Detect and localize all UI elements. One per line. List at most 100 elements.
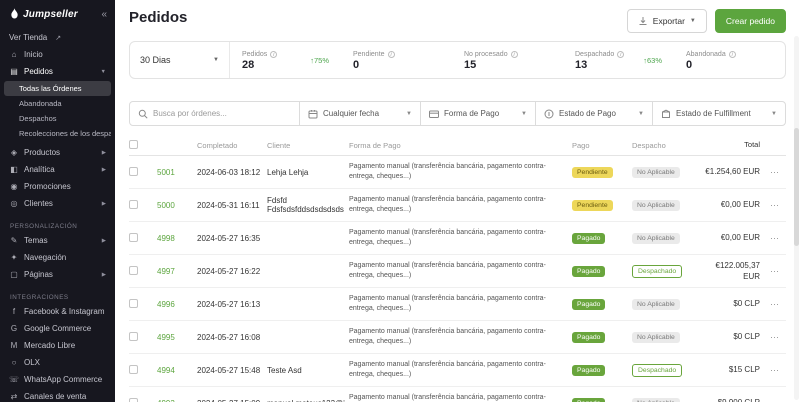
stat-pedidos: Pedidos i 28 ↑75%	[230, 42, 341, 78]
sidebar-item-google-commerce[interactable]: G Google Commerce	[0, 320, 115, 337]
sidebar-item-todas-las-ordenes[interactable]: Todas las Órdenes	[4, 81, 111, 96]
row-checkbox[interactable]	[129, 397, 138, 402]
stats-card: 30 Dias ▼ Pedidos i 28 ↑75% Pendiente i 0 …	[129, 41, 786, 79]
order-number-link[interactable]: 4993	[157, 399, 193, 402]
sidebar-item-temas[interactable]: ✎ Temas ▶	[0, 232, 115, 249]
sidebar-item-label: Analítica	[24, 165, 55, 174]
row-checkbox[interactable]	[129, 298, 138, 308]
scrollbar-thumb[interactable]	[794, 128, 799, 246]
order-total: $9.900 CLP	[700, 397, 760, 402]
sidebar-item-inicio[interactable]: ⌂ Inicio	[0, 46, 115, 63]
fulfillment-status-dropdown[interactable]: Estado de Fulfillment ▼	[652, 101, 786, 126]
completed-date: 2024-06-03 18:12	[197, 167, 261, 177]
payment-method-dropdown[interactable]: Forma de Pago ▼	[420, 101, 536, 126]
row-actions-icon[interactable]: ⋯	[764, 233, 786, 244]
info-icon[interactable]: i	[270, 50, 278, 58]
order-number-link[interactable]: 5000	[157, 201, 193, 210]
orders-icon: ▤	[10, 67, 18, 76]
date-filter-dropdown[interactable]: Cualquier fecha ▼	[299, 101, 421, 126]
row-actions-icon[interactable]: ⋯	[764, 200, 786, 211]
row-actions-icon[interactable]: ⋯	[764, 332, 786, 343]
payment-method: Pagamento manual (transferência bancária…	[349, 360, 546, 379]
sidebar-nav: Ver Tienda ↗ ⌂ Inicio ▤ Pedidos ▼ Todas …	[0, 29, 115, 402]
completed-date: 2024-05-27 15:09	[197, 399, 263, 402]
sidebar-item-mercado-libre[interactable]: M Mercado Libre	[0, 337, 115, 354]
sidebar-collapse-icon[interactable]: «	[101, 9, 107, 20]
sidebar-item-promociones[interactable]: ◉ Promociones	[0, 178, 115, 195]
stat-label: Pendiente	[353, 50, 385, 58]
table-row: 4995 2024-05-27 16:08 Pagamento manual (…	[129, 321, 786, 354]
row-actions-icon[interactable]: ⋯	[764, 299, 786, 310]
sidebar-item-olx[interactable]: ○ OLX	[0, 354, 115, 371]
sidebar-item-canales-de-venta[interactable]: ⇄ Canales de venta	[0, 388, 115, 402]
row-checkbox[interactable]	[129, 331, 138, 341]
table-row: 4994 2024-05-27 15:48 Teste Asd Pagament…	[129, 354, 786, 387]
info-icon[interactable]: i	[617, 50, 625, 58]
stat-pendiente: Pendiente i 0	[341, 42, 452, 78]
column-header-completado: Completado	[197, 141, 238, 150]
order-number-link[interactable]: 4994	[157, 366, 193, 375]
row-checkbox[interactable]	[129, 232, 138, 242]
sidebar-item-productos[interactable]: ◈ Productos ▶	[0, 144, 115, 161]
table-row: 5000 2024-05-31 16:11 Fdsfd Fdsfsdsfddsd…	[129, 189, 786, 222]
chevron-right-icon: ▶	[101, 237, 106, 244]
stat-label: Despachado	[575, 50, 615, 58]
row-checkbox[interactable]	[129, 166, 138, 176]
stat-value: 0	[686, 58, 693, 71]
row-checkbox[interactable]	[129, 265, 138, 275]
sidebar-item-despachos[interactable]: Despachos	[4, 111, 111, 126]
sidebar-item-pedidos[interactable]: ▤ Pedidos ▼	[0, 63, 115, 80]
select-all-checkbox[interactable]	[129, 140, 138, 149]
search-input[interactable]	[153, 109, 291, 118]
order-number-link[interactable]: 4997	[157, 267, 193, 276]
order-total: €0,00 EUR	[720, 233, 760, 243]
row-checkbox[interactable]	[129, 199, 138, 209]
row-actions-icon[interactable]: ⋯	[764, 365, 786, 376]
export-button[interactable]: Exportar ▼	[626, 9, 707, 33]
sidebar-item-recolecciones[interactable]: Recolecciones de los despach	[4, 126, 111, 141]
order-number-link[interactable]: 5001	[157, 168, 193, 177]
sidebar-item-analitica[interactable]: ◧ Analítica ▶	[0, 161, 115, 178]
column-header-total: Total	[744, 140, 760, 150]
customers-icon: ◎	[10, 199, 18, 208]
payment-method: Pagamento manual (transferência bancária…	[349, 261, 546, 280]
vertical-scrollbar[interactable]	[794, 36, 799, 400]
payment-status-dropdown[interactable]: Estado de Pago ▼	[535, 101, 653, 126]
fulfillment-status-badge: No Aplicable	[632, 166, 680, 178]
pages-icon: ▢	[10, 270, 18, 279]
completed-date: 2024-05-31 16:11	[197, 200, 260, 210]
period-dropdown[interactable]: 30 Dias ▼	[130, 42, 230, 78]
row-actions-icon[interactable]: ⋯	[764, 167, 786, 178]
jumpseller-logo-icon	[10, 8, 19, 21]
payment-method: Pagamento manual (transferência bancária…	[349, 228, 546, 247]
order-number-link[interactable]: 4996	[157, 300, 193, 309]
sidebar-item-clientes[interactable]: ◎ Clientes ▶	[0, 195, 115, 212]
client-name: manuel.mateus123@jumpseller.c	[267, 399, 345, 402]
sidebar-item-label: Navegación	[24, 253, 67, 262]
sidebar-item-abandonada[interactable]: Abandonada	[4, 96, 111, 111]
info-icon[interactable]: i	[510, 50, 518, 58]
sidebar-item-facebook-instagram[interactable]: f Facebook & Instagram	[0, 303, 115, 320]
order-number-link[interactable]: 4995	[157, 333, 193, 342]
row-checkbox[interactable]	[129, 364, 138, 374]
stat-delta: ↑63%	[643, 56, 662, 65]
stat-label: Pedidos	[242, 50, 268, 58]
row-actions-icon[interactable]: ⋯	[764, 398, 786, 402]
period-label: 30 Dias	[140, 55, 171, 65]
chevron-right-icon: ▶	[101, 149, 106, 156]
sidebar-item-whatsapp-commerce[interactable]: ☏ WhatsApp Commerce	[0, 371, 115, 388]
chevron-down-icon: ▼	[771, 110, 777, 117]
sidebar: Jumpseller « Ver Tienda ↗ ⌂ Inicio ▤ Ped…	[0, 0, 115, 402]
create-order-button[interactable]: Crear pedido	[714, 9, 786, 33]
order-number-link[interactable]: 4998	[157, 234, 193, 243]
sidebar-item-ver-tienda[interactable]: Ver Tienda ↗	[0, 29, 115, 46]
sidebar-item-navegacion[interactable]: ✦ Navegación	[0, 249, 115, 266]
olx-icon: ○	[11, 358, 17, 367]
stat-label: Abandonada	[686, 50, 726, 58]
info-icon[interactable]: i	[387, 50, 395, 58]
stat-no-procesado: No procesado i 15	[452, 42, 563, 78]
row-actions-icon[interactable]: ⋯	[764, 266, 786, 277]
info-icon[interactable]: i	[728, 50, 736, 58]
sidebar-item-label: Clientes	[24, 199, 53, 208]
sidebar-item-paginas[interactable]: ▢ Páginas ▶	[0, 266, 115, 283]
